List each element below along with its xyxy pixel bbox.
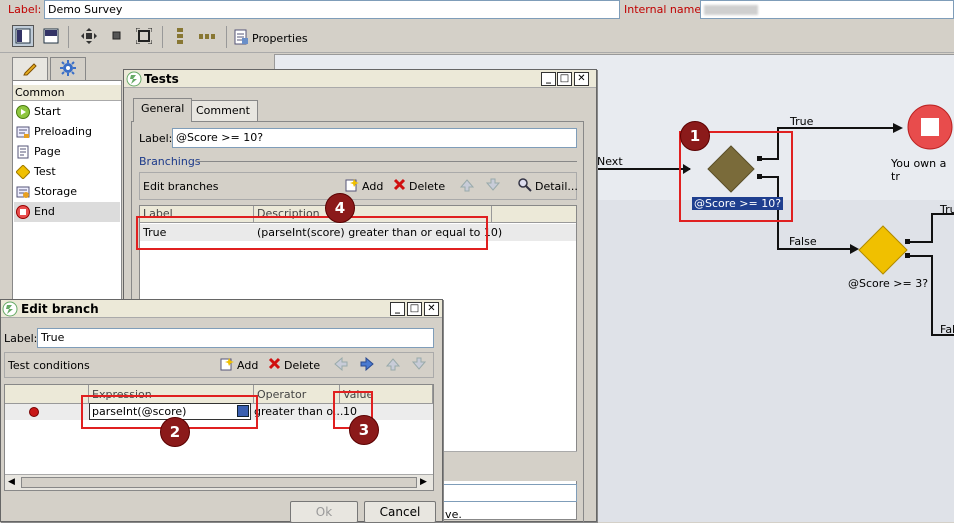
tests-window-icon: [126, 71, 142, 90]
delete-icon: [268, 357, 281, 373]
tab-comment[interactable]: Comment: [188, 100, 258, 121]
operator-cell[interactable]: greater than o...: [254, 405, 343, 418]
maximize-button[interactable]: □: [557, 72, 572, 86]
scroll-thumb[interactable]: [21, 477, 417, 488]
next-transition-label: Next: [597, 155, 623, 168]
badge-2: 2: [160, 417, 190, 447]
magnifier-icon: [518, 178, 532, 195]
edit-branch-label-caption: Label:: [4, 332, 38, 345]
tests-footer-box: [440, 451, 577, 481]
close-button[interactable]: ✕: [424, 302, 439, 316]
badge-4: 4: [325, 193, 355, 223]
edit-branch-window-icon: [2, 301, 18, 320]
add-icon: [220, 357, 234, 374]
arrow-up-icon: [459, 178, 475, 195]
move-up-button[interactable]: [385, 357, 401, 374]
tab-general[interactable]: General: [133, 98, 193, 122]
true-transition-label: True: [790, 115, 814, 128]
add-condition-button[interactable]: Add: [220, 357, 258, 374]
fal-transition-label: Fal: [940, 323, 954, 336]
tests-footer-text: ive.: [442, 508, 462, 521]
move-right-button[interactable]: [360, 356, 374, 374]
badge-1: 1: [680, 121, 710, 151]
edit-branches-label: Edit branches: [143, 180, 219, 193]
arrow-down-icon: [485, 178, 501, 195]
badge-3: 3: [349, 415, 379, 445]
arrow-down-icon: [411, 357, 427, 374]
branchings-divider: [196, 161, 577, 162]
arrow-left-icon: [334, 356, 348, 374]
tests-titlebar: Tests: [124, 70, 596, 88]
column-status: [5, 385, 89, 404]
delete-icon: [393, 178, 406, 194]
delete-condition-button[interactable]: Delete: [268, 357, 320, 373]
detail-button[interactable]: Detail...: [518, 178, 578, 195]
test-conditions-label: Test conditions: [8, 359, 90, 372]
end-node-label: You own a tr: [891, 157, 947, 183]
move-left-button[interactable]: [334, 356, 348, 374]
move-up-button[interactable]: [459, 178, 475, 195]
move-down-button[interactable]: [485, 178, 501, 195]
tests-footer-field[interactable]: [440, 484, 577, 502]
column-operator[interactable]: Operator: [254, 385, 340, 404]
false-transition-label: False: [789, 235, 817, 248]
test-node-score-3-label: @Score >= 3?: [848, 277, 929, 290]
tru-transition-label: Tru: [940, 203, 954, 216]
minimize-button[interactable]: _: [541, 72, 556, 86]
scroll-right-icon[interactable]: ▶: [420, 477, 427, 487]
edit-branch-titlebar: Edit branch: [1, 300, 442, 318]
minimize-button[interactable]: _: [390, 302, 405, 316]
branchings-title: Branchings: [139, 155, 201, 168]
error-dot-icon: [29, 407, 39, 417]
add-branch-button[interactable]: Add: [345, 178, 383, 195]
cancel-button[interactable]: Cancel: [364, 501, 436, 523]
arrow-up-icon: [385, 357, 401, 374]
maximize-button[interactable]: □: [407, 302, 422, 316]
tests-label-caption: Label:: [139, 132, 173, 145]
add-icon: [345, 178, 359, 195]
delete-branch-button[interactable]: Delete: [393, 178, 445, 194]
close-button[interactable]: ✕: [574, 72, 589, 86]
arrow-right-icon: [360, 356, 374, 374]
edit-branch-label-field[interactable]: True: [37, 328, 434, 348]
ok-button[interactable]: Ok: [290, 501, 358, 523]
highlight-box-4: [136, 216, 488, 250]
tests-label-field[interactable]: @Score >= 10?: [172, 128, 577, 148]
scroll-left-icon[interactable]: ◀: [8, 477, 15, 487]
move-down-button[interactable]: [411, 357, 427, 374]
horizontal-scrollbar[interactable]: ◀ ▶: [5, 474, 433, 490]
end-node[interactable]: [906, 104, 954, 150]
test-node-score-3[interactable]: [858, 225, 908, 275]
